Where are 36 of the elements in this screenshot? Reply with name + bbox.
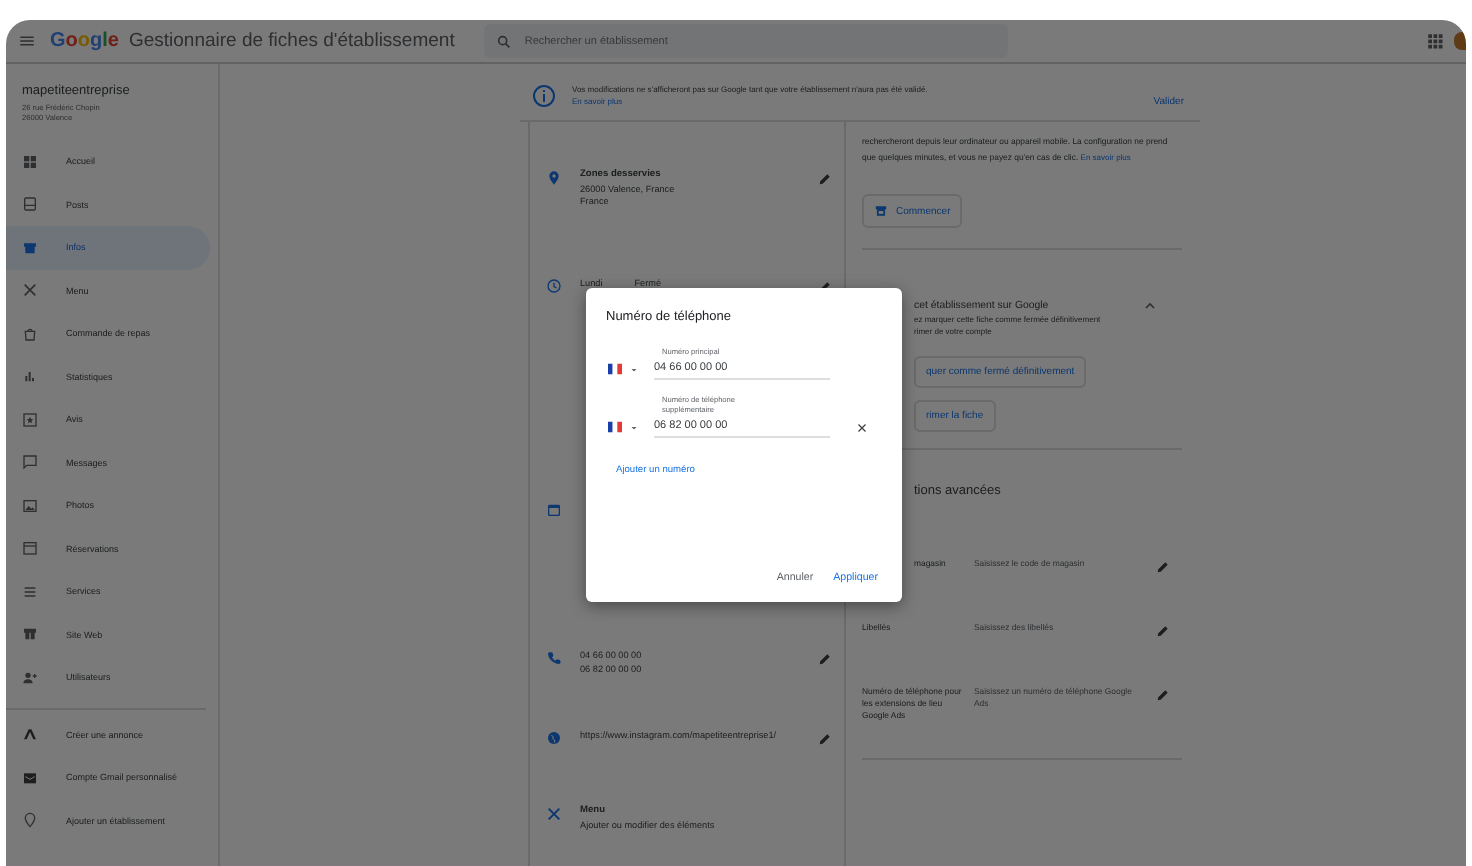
info-icon [532, 84, 556, 108]
flag-icon [606, 420, 624, 434]
list-icon [22, 583, 38, 600]
ads-icon [22, 726, 38, 743]
location-pin-icon [546, 170, 562, 186]
utensils-icon [546, 806, 562, 822]
photo-icon [22, 497, 38, 514]
product-title: Gestionnaire de fiches d'établissement [128, 30, 455, 52]
web-icon [22, 626, 38, 643]
add-person-icon [22, 669, 38, 686]
google-logo: Google [50, 30, 119, 52]
caret-icon [628, 363, 640, 375]
bag-icon [22, 325, 38, 342]
calendar-icon [546, 502, 562, 518]
menu-icon[interactable] [18, 32, 36, 50]
utensils-icon [22, 282, 38, 299]
location-pin-icon [22, 812, 38, 829]
store-icon [22, 239, 38, 256]
avatar[interactable] [1454, 32, 1466, 50]
mail-icon [22, 769, 38, 786]
globe-icon [546, 730, 562, 746]
document-icon [22, 196, 38, 213]
flag-icon [606, 362, 624, 376]
search-icon [496, 33, 513, 49]
clock-icon [546, 278, 562, 294]
message-icon [22, 454, 38, 471]
caret-icon [628, 421, 640, 433]
calendar-icon [22, 540, 38, 557]
bar-chart-icon [22, 368, 38, 385]
grid-icon [22, 153, 38, 170]
store-icon [874, 204, 888, 218]
chevron-up-icon[interactable] [1142, 298, 1158, 314]
phone-icon [546, 650, 562, 666]
star-card-icon [22, 411, 38, 428]
apps-icon[interactable] [1426, 32, 1444, 50]
close-icon[interactable] [856, 421, 868, 433]
